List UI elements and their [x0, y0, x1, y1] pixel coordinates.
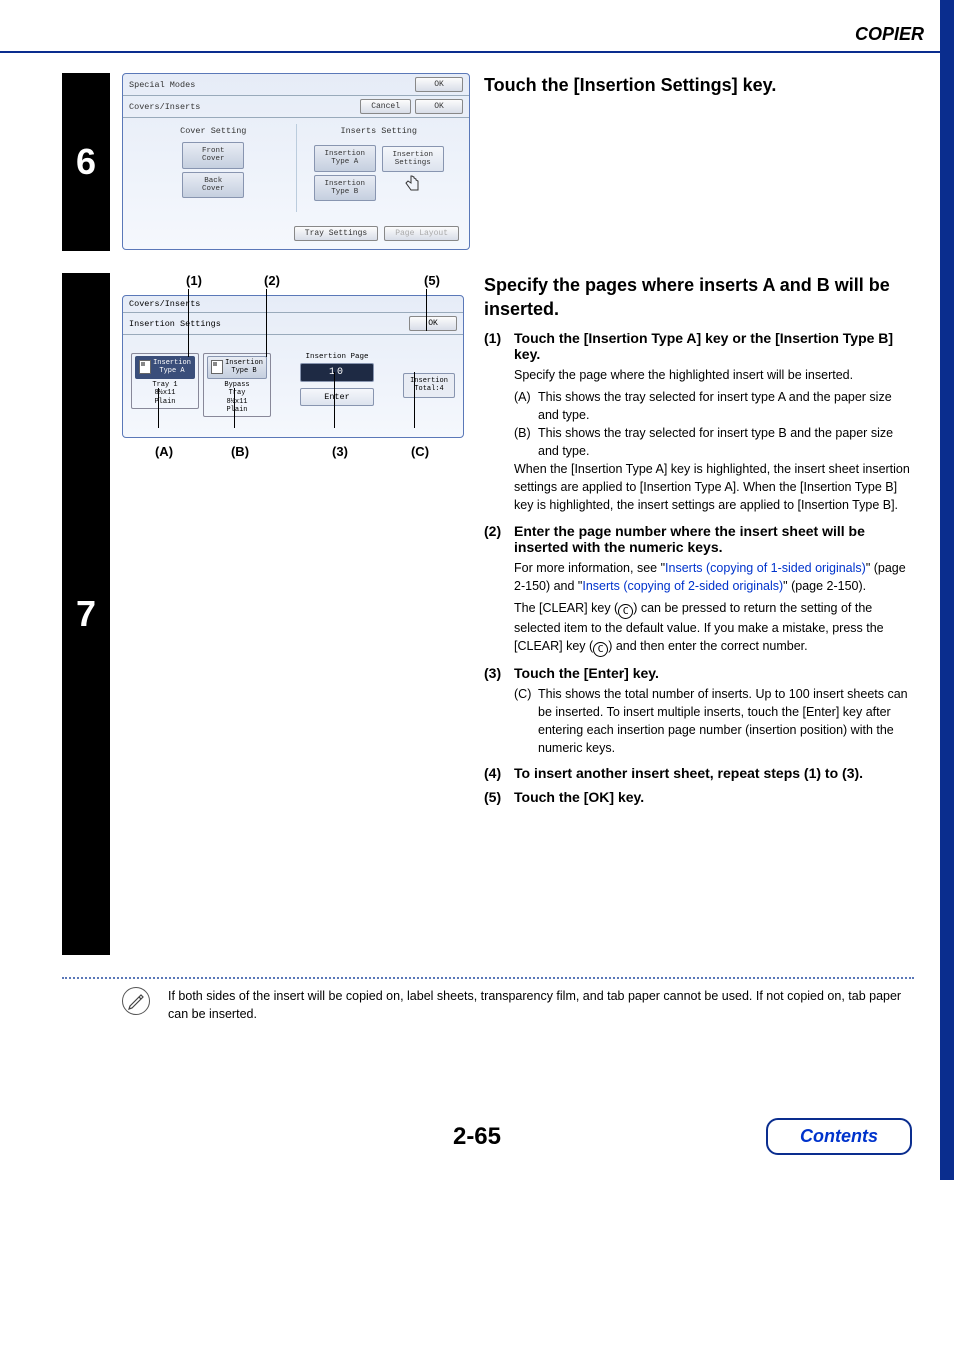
cover-setting-head: Cover Setting — [135, 126, 292, 136]
callout-B: (B) — [231, 444, 249, 459]
link-2sided[interactable]: Inserts (copying of 2-sided originals) — [582, 579, 783, 593]
step-number-6: 6 — [62, 73, 110, 251]
type-b-tray-info: Bypass Tray 8½x11 Plain — [207, 381, 267, 415]
ok-button[interactable]: OK — [415, 77, 463, 92]
page-number: 2-65 — [453, 1123, 501, 1150]
s1-body: Specify the page where the highlighted i… — [514, 366, 914, 384]
insertion-settings-button[interactable]: Insertion Settings — [382, 146, 444, 172]
type-a-tray-info: Tray 1 8½x11 Plain — [135, 381, 195, 406]
ok-button-2[interactable]: OK — [415, 99, 463, 114]
substep-2: (2)Enter the page number where the inser… — [484, 523, 914, 555]
substep-1: (1)Touch the [Insertion Type A] key or t… — [484, 330, 914, 362]
step7-heading: Specify the pages where inserts A and B … — [484, 273, 914, 322]
ok-button-3[interactable]: OK — [409, 316, 457, 331]
page-header: COPIER — [0, 0, 954, 53]
insertion-settings-panel: Covers/Inserts Insertion Settings OK Ins… — [122, 295, 464, 438]
s1-item-B: (B)This shows the tray selected for inse… — [514, 424, 914, 460]
callout-A: (A) — [155, 444, 173, 459]
step-7-row: 7 (1) (2) (5) Covers/Inserts Insertion S… — [62, 273, 914, 955]
insertion-type-b-button[interactable]: Insertion Type B — [314, 175, 376, 202]
s1-item-A: (A)This shows the tray selected for inse… — [514, 388, 914, 424]
s2-links: For more information, see "Inserts (copy… — [514, 559, 914, 595]
callout-2: (2) — [264, 273, 280, 288]
s1-tail: When the [Insertion Type A] key is highl… — [514, 460, 914, 514]
contents-button[interactable]: Contents — [766, 1118, 912, 1155]
insertion-total: Insertion Total:4 — [403, 373, 455, 398]
panel-title: Special Modes — [129, 80, 195, 90]
substep-4: (4)To insert another insert sheet, repea… — [484, 765, 914, 781]
step-6-row: 6 Special Modes OK Covers/Inserts Cancel… — [62, 73, 914, 251]
clear-key-icon: C — [618, 604, 633, 619]
note-pencil-icon — [122, 987, 150, 1015]
callout-C: (C) — [411, 444, 429, 459]
page-footer: 2-65 Contents — [0, 1123, 954, 1181]
covers-inserts-panel: Special Modes OK Covers/Inserts Cancel O… — [122, 73, 470, 250]
substep-3: (3)Touch the [Enter] key. — [484, 665, 914, 681]
insertion-settings-figure: (1) (2) (5) Covers/Inserts Insertion Set… — [116, 273, 470, 444]
insertion-type-a-option[interactable]: Insertion Type A Tray 1 8½x11 Plain — [131, 353, 199, 409]
page-icon — [211, 360, 223, 374]
p2-title1: Covers/Inserts — [129, 299, 200, 309]
callout-3: (3) — [332, 444, 348, 459]
callout-5: (5) — [424, 273, 440, 288]
front-cover-button[interactable]: Front Cover — [182, 142, 244, 169]
cancel-button[interactable]: Cancel — [360, 99, 411, 114]
s3-item-C: (C)This shows the total number of insert… — [514, 685, 914, 758]
insertion-page-label: Insertion Page — [275, 353, 399, 361]
insertion-type-a-button[interactable]: Insertion Type A — [314, 145, 376, 172]
note-text: If both sides of the insert will be copi… — [168, 987, 914, 1023]
s2-clear: The [CLEAR] key (C) can be pressed to re… — [514, 599, 914, 657]
panel-subtitle: Covers/Inserts — [129, 102, 200, 112]
inserts-setting-head: Inserts Setting — [301, 126, 458, 136]
insertion-page-field[interactable]: 10 — [300, 363, 374, 382]
insertion-type-b-option[interactable]: Insertion Type B Bypass Tray 8½x11 Plain — [203, 353, 271, 417]
back-cover-button[interactable]: Back Cover — [182, 172, 244, 199]
page-layout-button[interactable]: Page Layout — [384, 226, 459, 241]
step6-instruction: Touch the [Insertion Settings] key. — [484, 73, 914, 97]
clear-key-icon: C — [593, 642, 608, 657]
substep-5: (5)Touch the [OK] key. — [484, 789, 914, 805]
callout-1: (1) — [186, 273, 202, 288]
section-title: COPIER — [855, 24, 924, 45]
note-row: If both sides of the insert will be copi… — [62, 987, 914, 1023]
note-separator — [62, 977, 914, 979]
enter-button[interactable]: Enter — [300, 388, 374, 406]
tray-settings-button[interactable]: Tray Settings — [294, 226, 378, 241]
pointer-hand-icon — [382, 174, 444, 201]
page-icon — [139, 360, 151, 374]
step-number-7: 7 — [62, 273, 110, 955]
p2-title2: Insertion Settings — [129, 319, 221, 329]
link-1sided[interactable]: Inserts (copying of 1-sided originals) — [665, 561, 866, 575]
